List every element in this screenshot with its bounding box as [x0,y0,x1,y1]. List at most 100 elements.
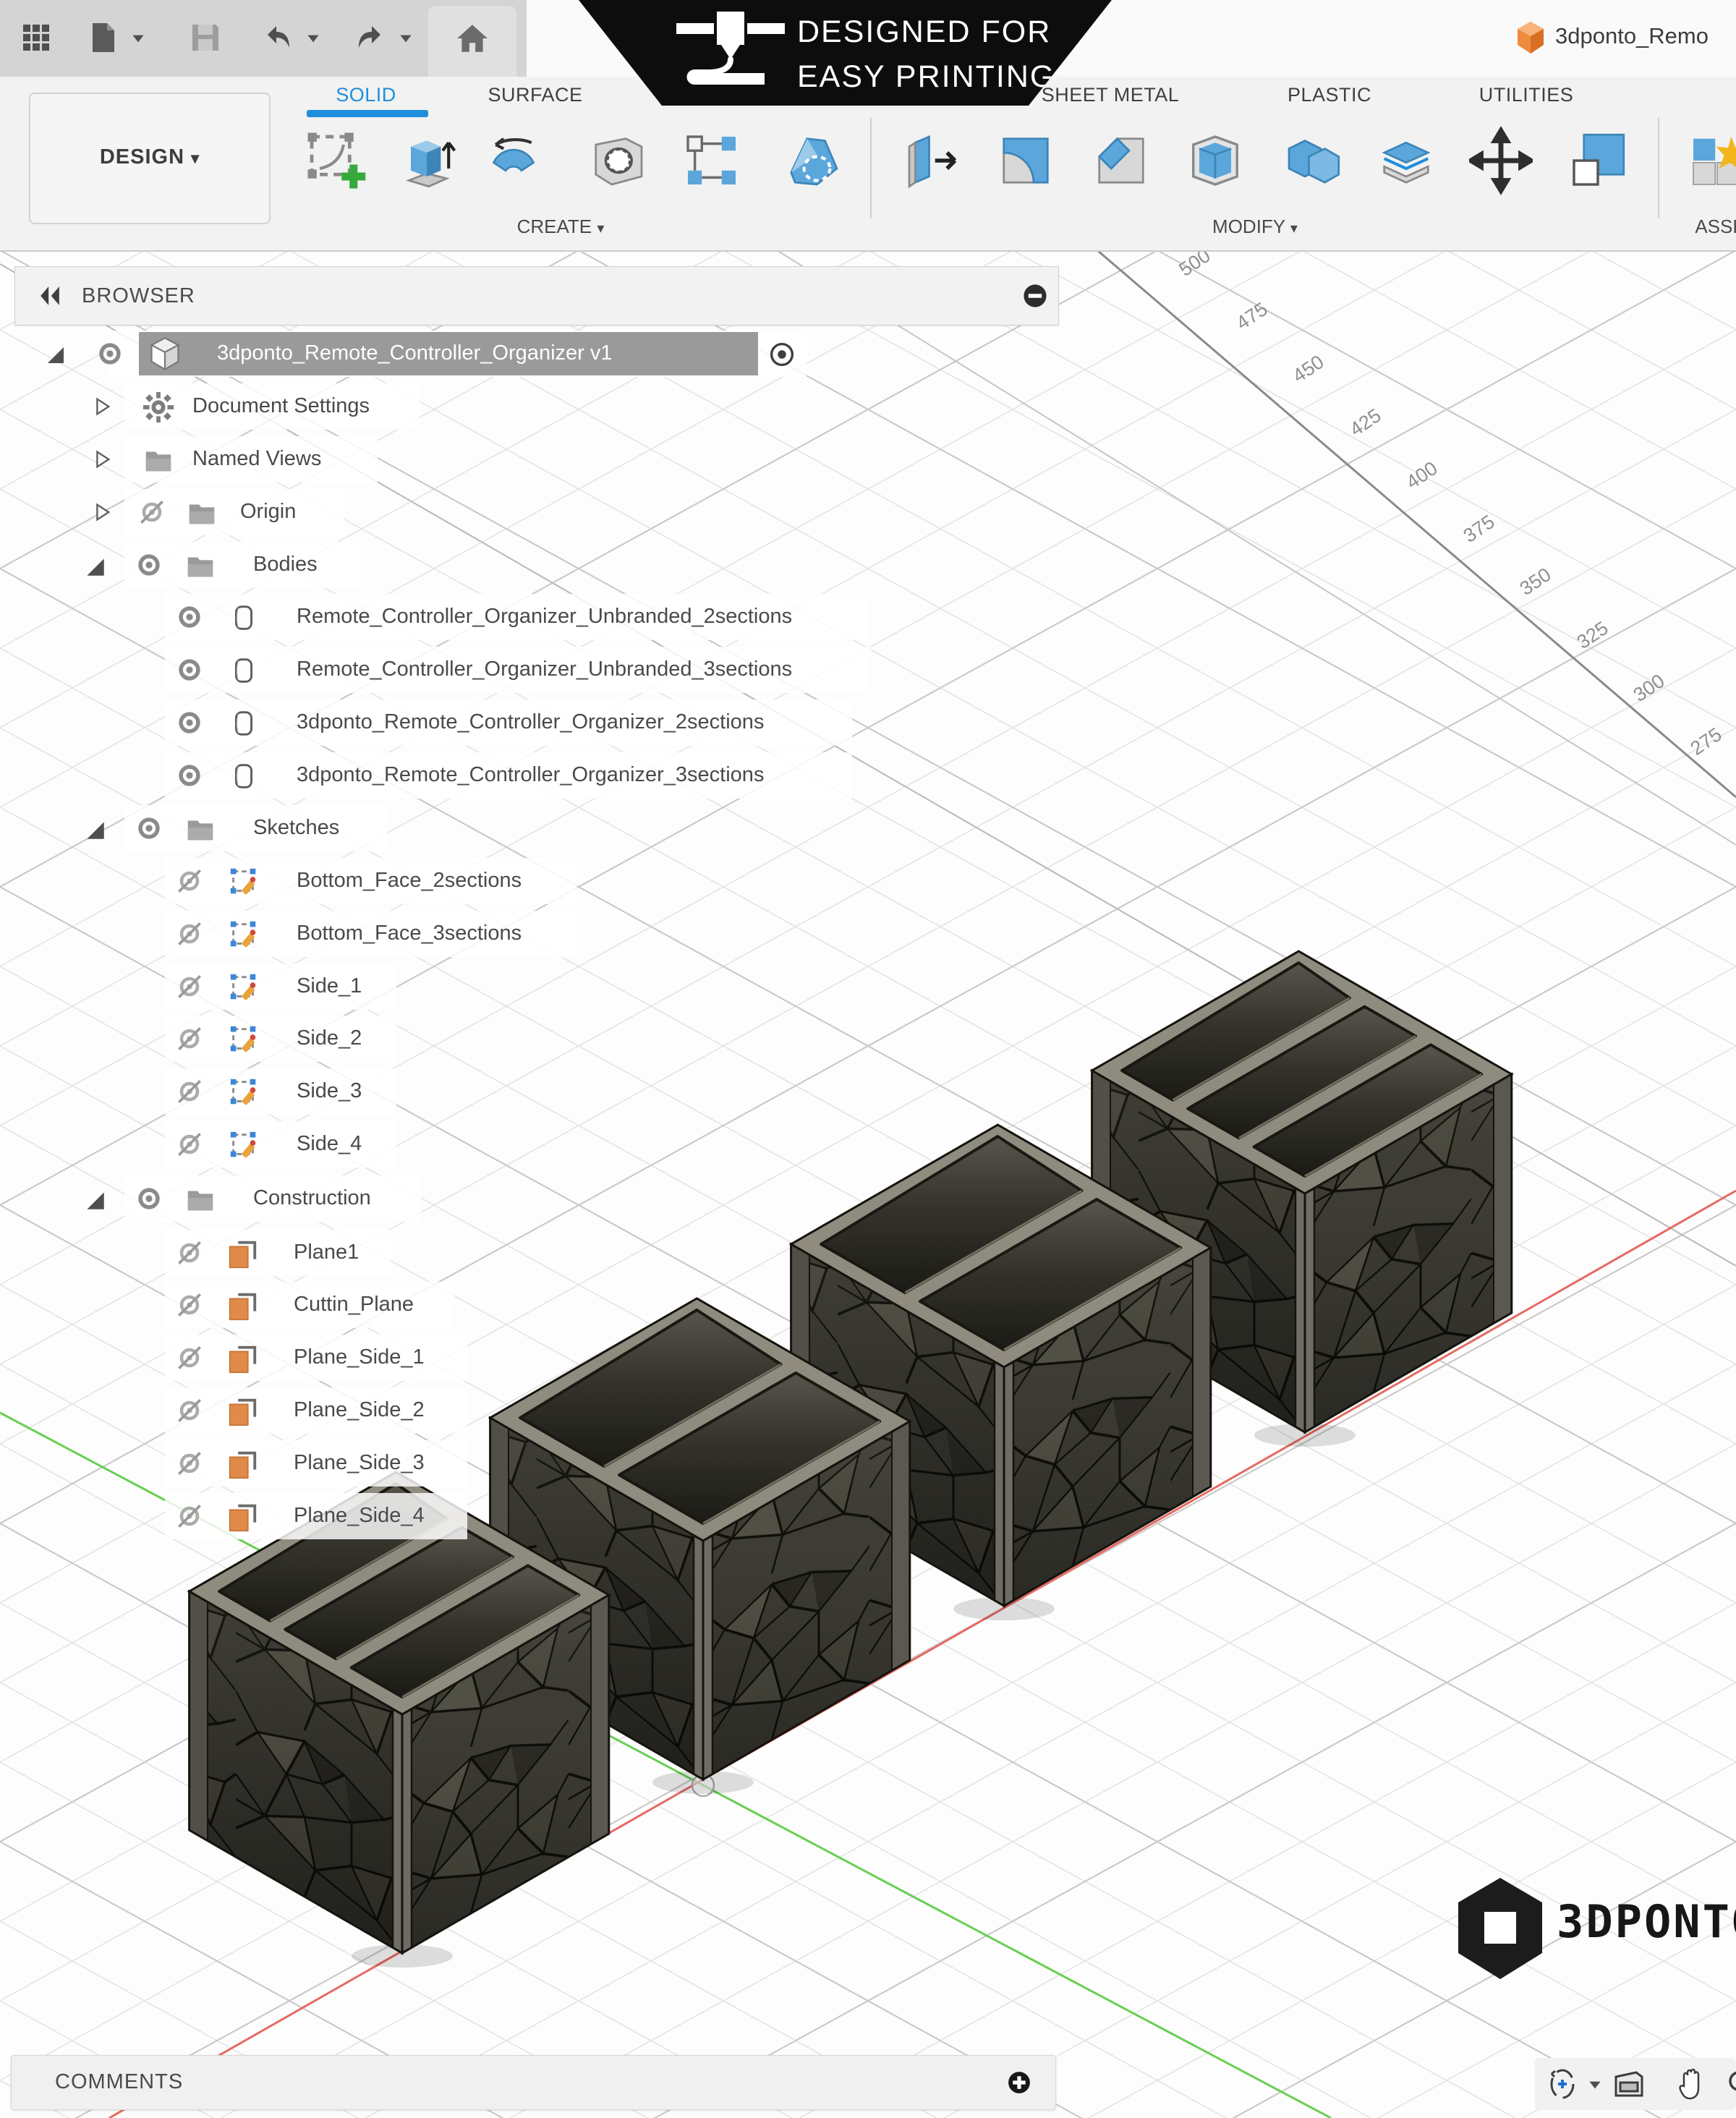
file-caret-icon[interactable] [129,29,148,48]
revolve-button[interactable] [482,126,545,198]
tab-utilities[interactable]: UTILITIES [1479,84,1574,110]
orbit-caret-icon[interactable] [1586,2075,1604,2094]
browser-row-sketch[interactable]: Bottom_Face_3sections [0,911,1085,957]
redo-icon[interactable] [353,20,388,55]
visibility-eye-off-icon[interactable] [174,1395,205,1426]
visibility-eye-off-icon[interactable] [174,1128,205,1160]
shell-button[interactable] [1183,126,1247,198]
redo-caret-icon[interactable] [396,29,415,48]
collapsed-triangle-icon[interactable] [90,501,112,523]
minimize-browser-icon[interactable] [1019,280,1051,312]
browser-row-body[interactable]: 3dponto_Remote_Controller_Organizer_3sec… [0,752,1085,799]
fillet-button[interactable] [994,126,1058,198]
browser-row-plane[interactable]: Plane_Side_4 [0,1493,1085,1539]
browser-row-sketch[interactable]: Bottom_Face_2sections [0,858,1085,904]
browser-row-body[interactable]: 3dponto_Remote_Controller_Organizer_2sec… [0,699,1085,746]
expand-triangle-icon[interactable] [43,343,67,366]
file-icon[interactable] [85,20,120,55]
modify-group-label[interactable]: MODIFY ▾ [1212,216,1298,238]
tab-solid[interactable]: SOLID [336,84,396,110]
scale-button[interactable] [1566,126,1630,198]
browser-row-document-settings[interactable]: Document Settings [0,383,1085,430]
visibility-eye-icon[interactable] [133,812,165,844]
visibility-eye-icon[interactable] [133,1183,165,1215]
collapsed-triangle-icon[interactable] [90,396,112,417]
document-tab-name[interactable]: 3dponto_Remo [1555,23,1736,49]
form-button[interactable] [781,126,845,198]
undo-icon[interactable] [260,20,295,55]
move-button[interactable] [1469,126,1533,198]
hole-button[interactable] [586,126,650,198]
activate-component-radio-icon[interactable] [765,338,799,371]
home-icon[interactable] [454,20,490,56]
collapse-panel-icon[interactable] [34,280,66,312]
visibility-eye-icon[interactable] [174,707,205,739]
visibility-eye-off-icon[interactable] [174,865,205,897]
visibility-eye-icon[interactable] [174,760,205,791]
collapsed-triangle-icon[interactable] [90,448,112,470]
pattern-button[interactable] [680,126,744,198]
visibility-eye-off-icon[interactable] [174,1447,205,1479]
expand-triangle-icon[interactable] [82,554,107,579]
row-label: Cuttin_Plane [294,1293,414,1317]
browser-row-bodies[interactable]: Bodies [0,542,1085,588]
body-icon [227,760,260,793]
expand-triangle-icon[interactable] [82,1188,107,1212]
workspace-selector[interactable]: DESIGN ▾ [29,93,271,224]
browser-row-origin[interactable]: Origin [0,489,1085,535]
browser-row-plane[interactable]: Plane1 [0,1230,1085,1276]
browser-row-construction[interactable]: Construction [0,1175,1085,1222]
assemble-group-label[interactable]: ASSE [1695,216,1736,238]
browser-row-plane[interactable]: Plane_Side_3 [0,1440,1085,1487]
browser-row-sketch[interactable]: Side_2 [0,1016,1085,1062]
browser-row-plane[interactable]: Plane_Side_1 [0,1335,1085,1381]
visibility-eye-off-icon[interactable] [174,1342,205,1374]
new-component-button[interactable] [1685,126,1736,198]
visibility-eye-icon[interactable] [174,654,205,686]
visibility-eye-off-icon[interactable] [174,918,205,950]
undo-caret-icon[interactable] [304,29,323,48]
visibility-eye-off-icon[interactable] [174,1076,205,1107]
visibility-eye-icon[interactable] [94,338,126,370]
browser-row-sketch[interactable]: Side_4 [0,1121,1085,1168]
combine-button[interactable] [1281,126,1345,198]
press-pull-button[interactable] [901,126,965,198]
tab-sheet-metal[interactable]: SHEET METAL [1042,84,1180,110]
create-group-label[interactable]: CREATE ▾ [517,216,605,238]
browser-row-sketches[interactable]: Sketches [0,805,1085,851]
banner-line2: EASY PRINTING [797,59,1055,95]
tab-plastic[interactable]: PLASTIC [1288,84,1371,110]
app-grid-icon[interactable] [19,20,54,55]
create-sketch-button[interactable] [304,126,367,198]
visibility-eye-off-icon[interactable] [174,1237,205,1269]
visibility-eye-off-icon[interactable] [174,1289,205,1321]
browser-row-plane[interactable]: Plane_Side_2 [0,1387,1085,1434]
extrude-button[interactable] [395,126,459,198]
row-label: Construction [253,1186,371,1210]
browser-row-plane[interactable]: Cuttin_Plane [0,1282,1085,1328]
visibility-eye-off-icon[interactable] [174,1500,205,1532]
orbit-icon[interactable] [1545,2067,1580,2101]
visibility-eye-icon[interactable] [174,601,205,633]
zoom-icon[interactable] [1724,2067,1736,2101]
visibility-eye-off-icon[interactable] [136,496,168,528]
pan-hand-icon[interactable] [1674,2067,1709,2101]
browser-row-named-views[interactable]: Named Views [0,436,1085,482]
browser-row-sketch[interactable]: Side_1 [0,964,1085,1010]
visibility-eye-off-icon[interactable] [174,971,205,1003]
row-label: Bottom_Face_2sections [297,869,522,893]
add-comment-icon[interactable] [1004,2067,1034,2098]
chamfer-button[interactable] [1089,126,1153,198]
visibility-eye-off-icon[interactable] [174,1023,205,1055]
browser-row-body[interactable]: Remote_Controller_Organizer_Unbranded_2s… [0,594,1085,640]
tab-surface[interactable]: SURFACE [488,84,582,110]
visibility-eye-icon[interactable] [133,549,165,581]
offset-face-button[interactable] [1374,126,1438,198]
comments-bar[interactable]: COMMENTS [11,2055,1056,2110]
browser-row-root[interactable]: 3dponto_Remote_Controller_Organizer v1 [0,331,1085,377]
save-icon[interactable] [188,20,223,55]
browser-row-sketch[interactable]: Side_3 [0,1068,1085,1115]
look-at-icon[interactable] [1612,2067,1646,2101]
expand-triangle-icon[interactable] [82,817,107,842]
browser-row-body[interactable]: Remote_Controller_Organizer_Unbranded_3s… [0,647,1085,693]
